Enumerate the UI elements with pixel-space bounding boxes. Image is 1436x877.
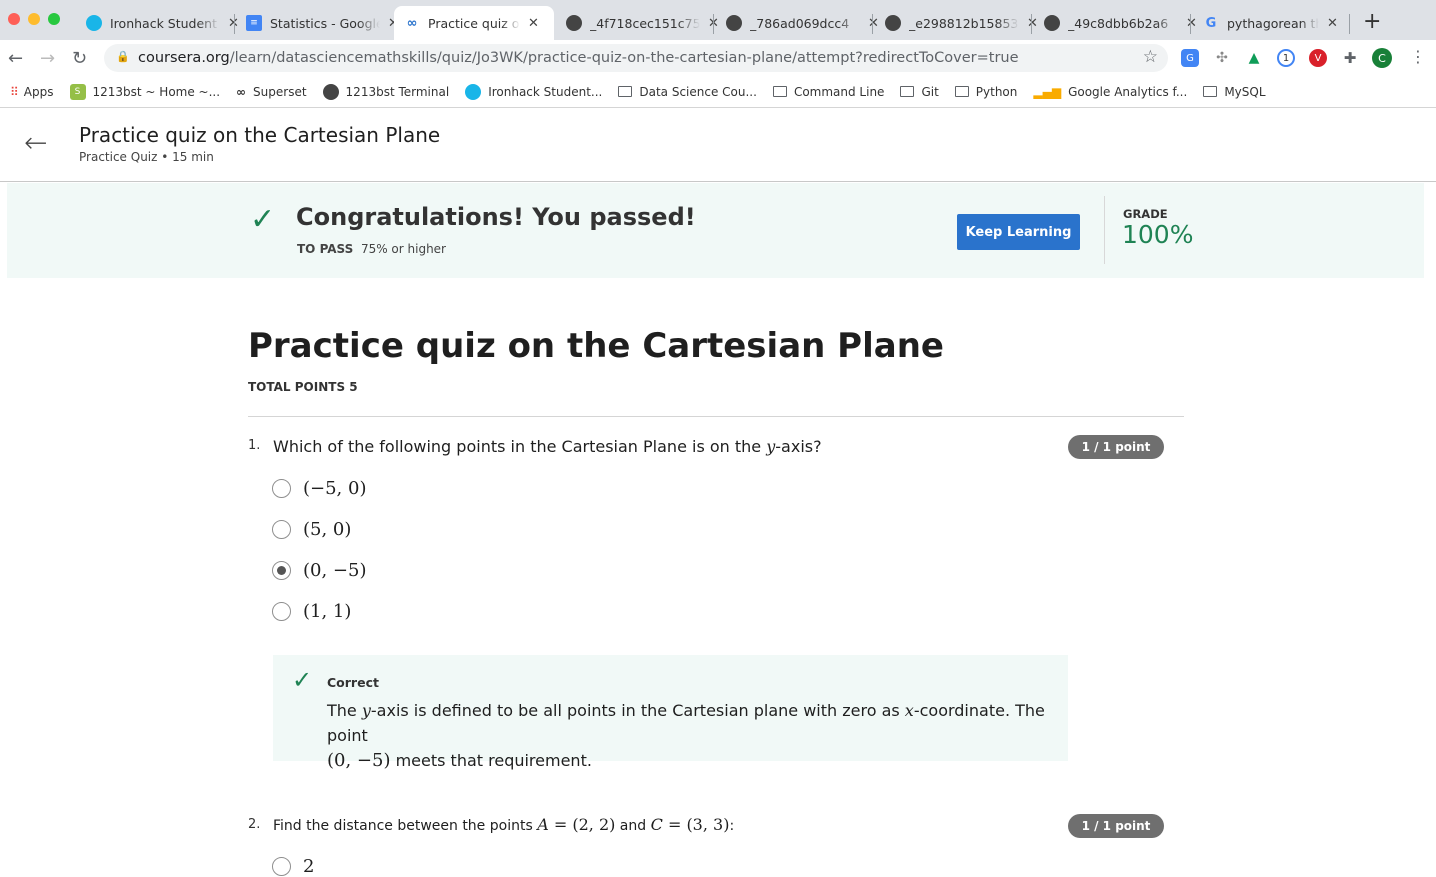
browser-tab-active[interactable]: ∞Practice quiz on the✕ bbox=[394, 6, 554, 40]
globe-icon bbox=[322, 83, 339, 100]
check-icon: ✓ bbox=[292, 666, 313, 694]
google-analytics-icon: ▂▄▆ bbox=[1033, 84, 1062, 99]
feedback-label: Correct bbox=[327, 675, 379, 690]
bookmark-item[interactable]: Ironhack Student... bbox=[465, 83, 602, 100]
answer-option[interactable]: 2 bbox=[272, 856, 314, 877]
grade-label: GRADE bbox=[1123, 207, 1168, 221]
shopify-icon: S bbox=[69, 83, 86, 100]
vivino-extension-icon[interactable]: V bbox=[1309, 49, 1327, 67]
bookmark-folder[interactable]: Git bbox=[900, 85, 939, 99]
question-number: 2. bbox=[248, 817, 261, 832]
bookmark-item[interactable]: S 1213bst ~ Home ~... bbox=[69, 83, 220, 100]
check-icon: ✓ bbox=[250, 202, 276, 237]
back-button[interactable]: ← bbox=[8, 48, 23, 69]
browser-tab[interactable]: ≡Statistics - Google✕ bbox=[236, 6, 409, 40]
ironhack-icon bbox=[86, 15, 102, 31]
google-translate-icon[interactable]: G bbox=[1181, 49, 1199, 67]
folder-icon bbox=[1203, 86, 1218, 97]
google-drive-icon[interactable]: ▲ bbox=[1245, 49, 1263, 67]
bookmark-apps[interactable]: ⠿ Apps bbox=[10, 85, 54, 99]
banner-title: Congratulations! You passed! bbox=[296, 203, 696, 231]
address-bar[interactable]: 🔒 coursera.org/learn/datasciencemathskil… bbox=[104, 44, 1168, 72]
bookmark-folder[interactable]: Command Line bbox=[772, 85, 884, 99]
answer-option[interactable]: (1, 1) bbox=[272, 601, 351, 622]
globe-icon bbox=[566, 15, 582, 31]
google-docs-icon: ≡ bbox=[246, 15, 262, 31]
radio-button[interactable] bbox=[272, 857, 291, 876]
bookmarks-bar: ⠿ Apps S 1213bst ~ Home ~... ∞ Superset 121… bbox=[0, 76, 1436, 108]
close-window-button[interactable] bbox=[8, 13, 20, 25]
feedback-text: The y-axis is defined to be all points i… bbox=[327, 701, 1045, 771]
browser-tab[interactable]: _49c8dbb6b2a6 ✕ bbox=[1034, 6, 1207, 40]
extensions-puzzle-icon[interactable]: ✚ bbox=[1341, 49, 1359, 67]
pass-requirement: TO PASS 75% or higher bbox=[297, 242, 446, 256]
question-text: Find the distance between the points A =… bbox=[273, 815, 735, 834]
folder-icon bbox=[772, 86, 787, 97]
tab-divider bbox=[1349, 14, 1350, 34]
close-tab-icon[interactable]: ✕ bbox=[528, 16, 539, 31]
forward-button[interactable]: → bbox=[40, 48, 55, 69]
browser-tab[interactable]: _e298812b15853 ✕ bbox=[875, 6, 1048, 40]
tab-divider bbox=[872, 14, 873, 34]
points-badge: 1 / 1 point bbox=[1068, 814, 1164, 838]
answer-option[interactable]: (−5, 0) bbox=[272, 478, 366, 499]
browser-tab[interactable]: Gpythagorean theorem✕ bbox=[1193, 6, 1348, 40]
radio-button[interactable] bbox=[272, 520, 291, 539]
lock-icon: 🔒 bbox=[116, 50, 130, 63]
globe-icon bbox=[1044, 15, 1060, 31]
page-title: Practice quiz on the Cartesian Plane bbox=[79, 123, 441, 147]
divider bbox=[248, 416, 1184, 417]
page-subtitle: Practice Quiz • 15 min bbox=[79, 150, 214, 164]
bookmark-star-icon[interactable]: ☆ bbox=[1143, 47, 1158, 67]
grade-value: 100% bbox=[1122, 220, 1194, 249]
answer-option-selected[interactable]: (0, −5) bbox=[272, 560, 366, 581]
new-tab-button[interactable]: + bbox=[1363, 9, 1381, 34]
browser-tab[interactable]: _786ad069dcc4 ✕ bbox=[716, 6, 889, 40]
close-tab-icon[interactable]: ✕ bbox=[1327, 16, 1338, 31]
globe-icon bbox=[885, 15, 901, 31]
radio-button[interactable] bbox=[272, 479, 291, 498]
back-arrow-button[interactable]: ← bbox=[24, 126, 47, 159]
question-number: 1. bbox=[248, 438, 261, 453]
bookmark-item[interactable]: ∞ Superset bbox=[236, 85, 307, 99]
question-text: Which of the following points in the Car… bbox=[273, 437, 822, 456]
ironhack-icon bbox=[465, 83, 482, 100]
tab-divider bbox=[234, 14, 235, 34]
google-icon: G bbox=[1205, 15, 1217, 31]
bookmark-folder[interactable]: Data Science Cou... bbox=[618, 85, 757, 99]
total-points: TOTAL POINTS 5 bbox=[248, 380, 358, 394]
answer-option[interactable]: (5, 0) bbox=[272, 519, 351, 540]
superset-icon: ∞ bbox=[236, 84, 247, 99]
globe-icon bbox=[726, 15, 742, 31]
divider bbox=[1104, 196, 1105, 264]
coursera-icon: ∞ bbox=[406, 15, 418, 31]
radio-button-selected[interactable] bbox=[272, 561, 291, 580]
reload-button[interactable]: ↻ bbox=[72, 48, 87, 69]
tab-divider bbox=[1031, 14, 1032, 34]
apps-grid-icon: ⠿ bbox=[10, 84, 19, 99]
profile-avatar[interactable]: C bbox=[1372, 48, 1392, 68]
points-badge: 1 / 1 point bbox=[1068, 435, 1164, 459]
bookmark-item[interactable]: 1213bst Terminal bbox=[322, 83, 449, 100]
browser-tab[interactable]: Ironhack Student✕ bbox=[76, 6, 249, 40]
maximize-window-button[interactable] bbox=[48, 13, 60, 25]
tab-divider bbox=[1190, 14, 1191, 34]
pass-banner bbox=[7, 183, 1424, 278]
bookmark-folder[interactable]: Python bbox=[954, 85, 1017, 99]
bookmark-folder[interactable]: MySQL bbox=[1203, 85, 1266, 99]
password-extension-icon[interactable]: 1 bbox=[1277, 49, 1295, 67]
folder-icon bbox=[954, 86, 969, 97]
dropbox-icon[interactable]: ✣ bbox=[1213, 49, 1231, 67]
quiz-title: Practice quiz on the Cartesian Plane bbox=[248, 326, 944, 366]
keep-learning-button[interactable]: Keep Learning bbox=[957, 214, 1080, 250]
bookmark-item[interactable]: ▂▄▆ Google Analytics f... bbox=[1033, 85, 1187, 99]
browser-menu-icon[interactable]: ⋮ bbox=[1410, 47, 1426, 66]
folder-icon bbox=[900, 86, 915, 97]
radio-button[interactable] bbox=[272, 602, 291, 621]
browser-tab[interactable]: _4f718cec151c75✕ bbox=[556, 6, 729, 40]
folder-icon bbox=[618, 86, 633, 97]
minimize-window-button[interactable] bbox=[28, 13, 40, 25]
tab-divider bbox=[713, 14, 714, 34]
